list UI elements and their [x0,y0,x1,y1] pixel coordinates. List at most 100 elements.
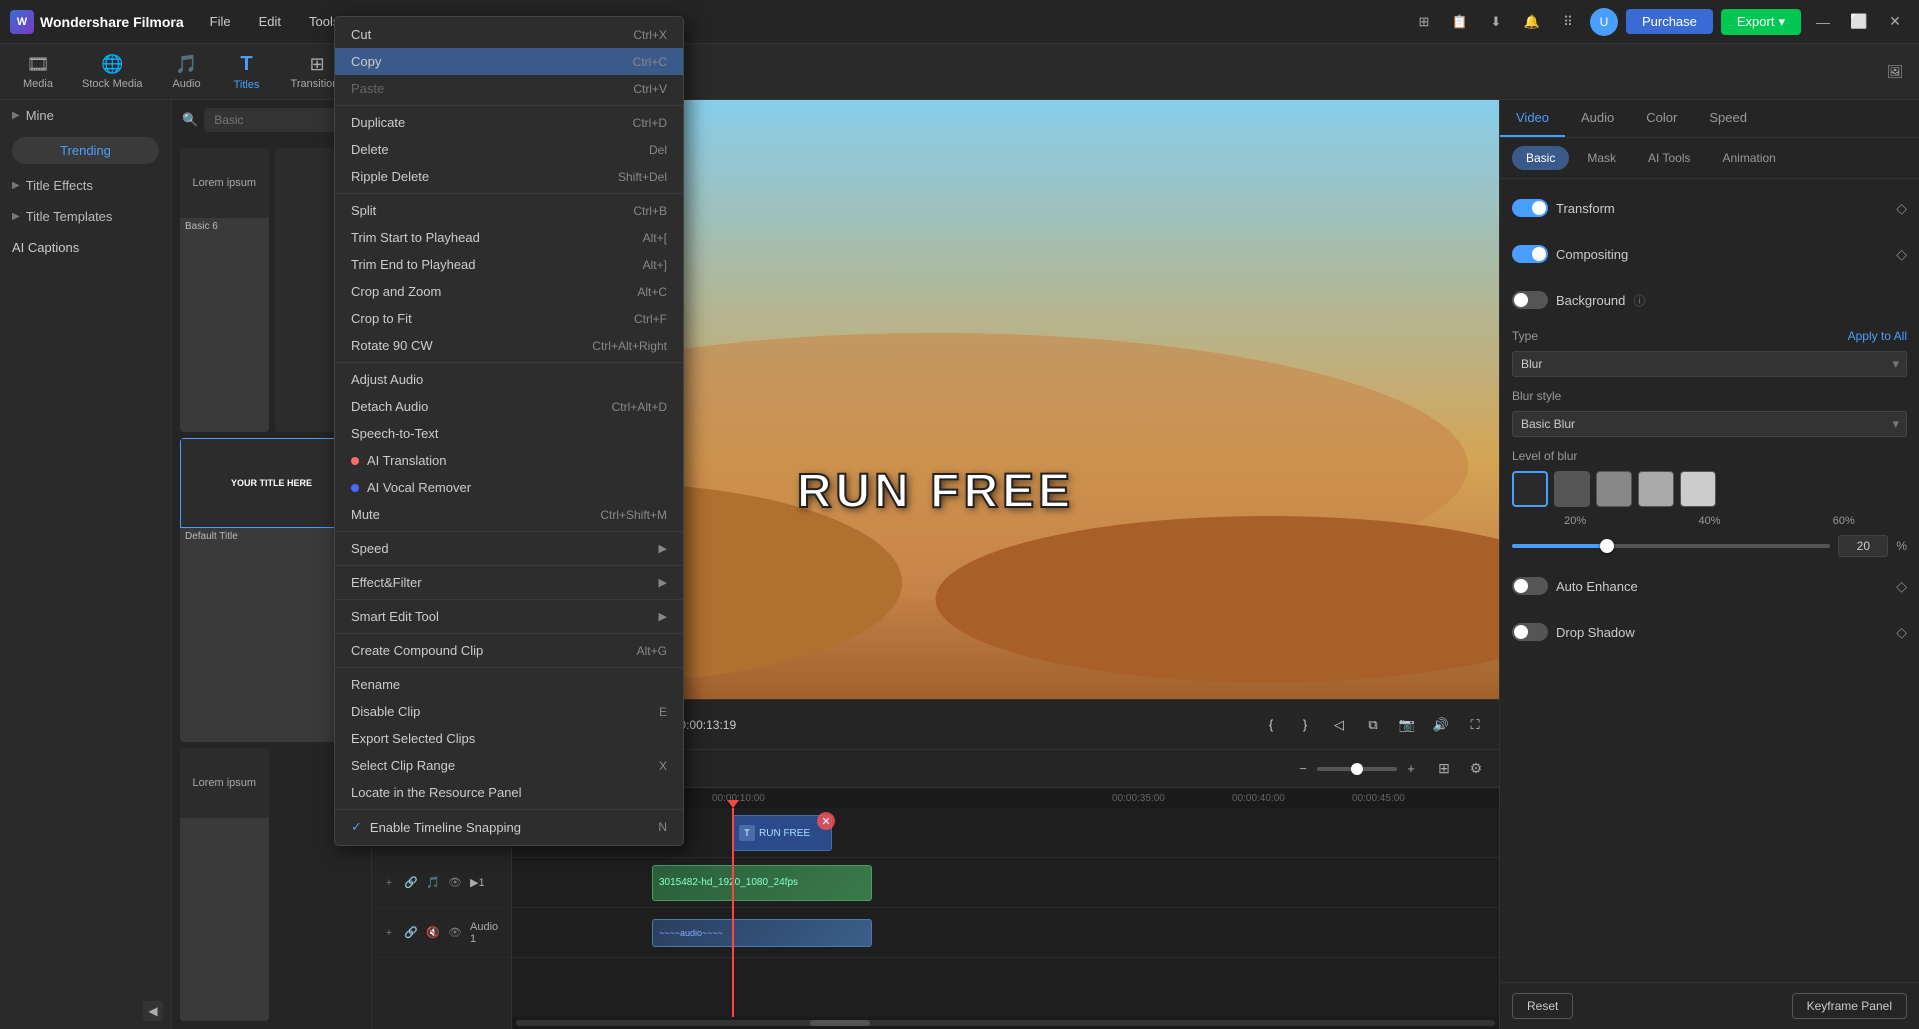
track-eye-icon-a1[interactable]: 👁 [446,924,464,942]
tool-media[interactable]: 🎞 Media [10,50,66,94]
audio-clip[interactable]: ~~~~audio~~~~ [652,919,872,947]
subtab-aitools[interactable]: AI Tools [1634,146,1704,170]
h-scroll-thumb[interactable] [810,1020,870,1026]
track-link-icon-a1[interactable]: 🔗 [402,924,420,942]
maximize-button[interactable]: ⬜ [1845,8,1873,36]
drop-shadow-toggle[interactable] [1512,623,1548,641]
blur-swatch-4[interactable] [1638,471,1674,507]
subtab-mask[interactable]: Mask [1573,146,1630,170]
title-clip[interactable]: T RUN FREE ✕ [732,815,832,851]
track-eye-icon-v1[interactable]: 👁 [446,874,464,892]
drop-shadow-keyframe-icon[interactable]: ◇ [1896,624,1907,641]
timeline-grid-btn[interactable]: ⊞ [1431,756,1457,782]
blur-style-select[interactable]: Basic Blur [1512,411,1907,437]
menu-file[interactable]: File [200,10,241,33]
layout-icon[interactable]: ⊞ [1410,8,1438,36]
playhead[interactable] [732,808,734,1017]
track-add-icon-a1[interactable]: + [380,924,398,942]
notification-icon[interactable]: 🔔 [1518,8,1546,36]
video-clip[interactable]: 3015482-hd_1920_1080_24fps [652,865,872,901]
title-effects-header[interactable]: ▶ Title Effects [0,170,171,201]
timeline-settings-btn[interactable]: ⚙ [1463,756,1489,782]
zoom-plus-btn[interactable]: + [1401,759,1421,779]
ctx-rename[interactable]: Rename [335,671,683,698]
title-templates-header[interactable]: ▶ Title Templates [0,201,171,232]
prev-frame-btn[interactable]: ◁ [1325,711,1353,739]
apps-icon[interactable]: ⠿ [1554,8,1582,36]
ai-captions-item[interactable]: AI Captions [0,232,171,263]
ctx-split[interactable]: Split Ctrl+B [335,197,683,224]
ctx-cut[interactable]: Cut Ctrl+X [335,21,683,48]
tab-speed[interactable]: Speed [1693,100,1763,137]
export-button[interactable]: Export ▾ [1721,9,1801,35]
ctx-mute[interactable]: Mute Ctrl+Shift+M [335,501,683,528]
ctx-delete[interactable]: Delete Del [335,136,683,163]
ctx-locate-resource[interactable]: Locate in the Resource Panel [335,779,683,806]
blur-slider-thumb[interactable] [1600,539,1614,553]
close-button[interactable]: ✕ [1881,8,1909,36]
ctx-ripple-delete[interactable]: Ripple Delete Shift+Del [335,163,683,190]
ctx-copy[interactable]: Copy Ctrl+C [335,48,683,75]
ctx-select-range[interactable]: Select Clip Range X [335,752,683,779]
title-clip-delete-btn[interactable]: ✕ [817,812,835,830]
ctx-trim-start[interactable]: Trim Start to Playhead Alt+[ [335,224,683,251]
download-icon[interactable]: ⬇ [1482,8,1510,36]
ctx-smart-edit[interactable]: Smart Edit Tool ▶ [335,603,683,630]
zoom-slider[interactable] [1317,767,1397,771]
compositing-keyframe-icon[interactable]: ◇ [1896,246,1907,263]
subtab-basic[interactable]: Basic [1512,146,1569,170]
mark-in-btn[interactable]: { [1257,711,1285,739]
tool-stock-media[interactable]: 🌐 Stock Media [70,50,155,94]
ctx-rotate[interactable]: Rotate 90 CW Ctrl+Alt+Right [335,332,683,359]
blur-swatch-2[interactable] [1554,471,1590,507]
blur-swatch-5[interactable] [1680,471,1716,507]
mark-out-btn[interactable]: } [1291,711,1319,739]
transform-keyframe-icon[interactable]: ◇ [1896,200,1907,217]
apply-to-all-btn[interactable]: Apply to All [1848,329,1907,343]
tool-titles[interactable]: T Titles [219,49,275,95]
trending-button[interactable]: Trending [12,137,159,164]
reset-button[interactable]: Reset [1512,993,1573,1019]
track-link-icon-v1[interactable]: 🔗 [402,874,420,892]
ctx-disable-clip[interactable]: Disable Clip E [335,698,683,725]
ctx-export-clips[interactable]: Export Selected Clips [335,725,683,752]
tool-audio[interactable]: 🎵 Audio [159,50,215,94]
ctx-crop-zoom[interactable]: Crop and Zoom Alt+C [335,278,683,305]
ctx-trim-end[interactable]: Trim End to Playhead Alt+] [335,251,683,278]
media-thumb-lorem3[interactable]: Lorem ipsum [180,748,269,1021]
auto-enhance-toggle[interactable] [1512,577,1548,595]
fit-btn[interactable]: ⛶ [1461,711,1489,739]
ctx-duplicate[interactable]: Duplicate Ctrl+D [335,109,683,136]
ctx-speed[interactable]: Speed ▶ [335,535,683,562]
toolbar-extra-icon[interactable]: 🖼 [1881,58,1909,86]
tab-color[interactable]: Color [1630,100,1693,137]
tab-audio[interactable]: Audio [1565,100,1630,137]
blur-swatch-1[interactable] [1512,471,1548,507]
tab-video[interactable]: Video [1500,100,1565,137]
purchase-button[interactable]: Purchase [1626,9,1713,34]
cam-btn[interactable]: 📷 [1393,711,1421,739]
blur-slider-track[interactable] [1512,544,1830,548]
ctx-compound[interactable]: Create Compound Clip Alt+G [335,637,683,664]
panel-collapse-icon[interactable]: ◀ [143,1001,163,1021]
template-icon[interactable]: 📋 [1446,8,1474,36]
ctx-detach-audio[interactable]: Detach Audio Ctrl+Alt+D [335,393,683,420]
snapshot-btn[interactable]: ⧉ [1359,711,1387,739]
auto-enhance-keyframe-icon[interactable]: ◇ [1896,578,1907,595]
ctx-speech-to-text[interactable]: Speech-to-Text [335,420,683,447]
keyframe-panel-button[interactable]: Keyframe Panel [1792,993,1907,1019]
speaker-btn[interactable]: 🔊 [1427,711,1455,739]
track-audio-icon-v1[interactable]: 🎵 [424,874,442,892]
background-info-icon[interactable]: ⓘ [1633,292,1645,309]
h-scrollbar[interactable] [516,1020,1495,1026]
compositing-toggle[interactable] [1512,245,1548,263]
blur-value-input[interactable] [1838,535,1888,557]
left-mine-header[interactable]: ▶ Mine [0,100,171,131]
subtab-animation[interactable]: Animation [1708,146,1789,170]
avatar[interactable]: U [1590,8,1618,36]
ctx-ai-translation[interactable]: AI Translation [335,447,683,474]
blur-swatch-3[interactable] [1596,471,1632,507]
background-toggle[interactable] [1512,291,1548,309]
track-add-icon-v1[interactable]: + [380,874,398,892]
ctx-adjust-audio[interactable]: Adjust Audio [335,366,683,393]
